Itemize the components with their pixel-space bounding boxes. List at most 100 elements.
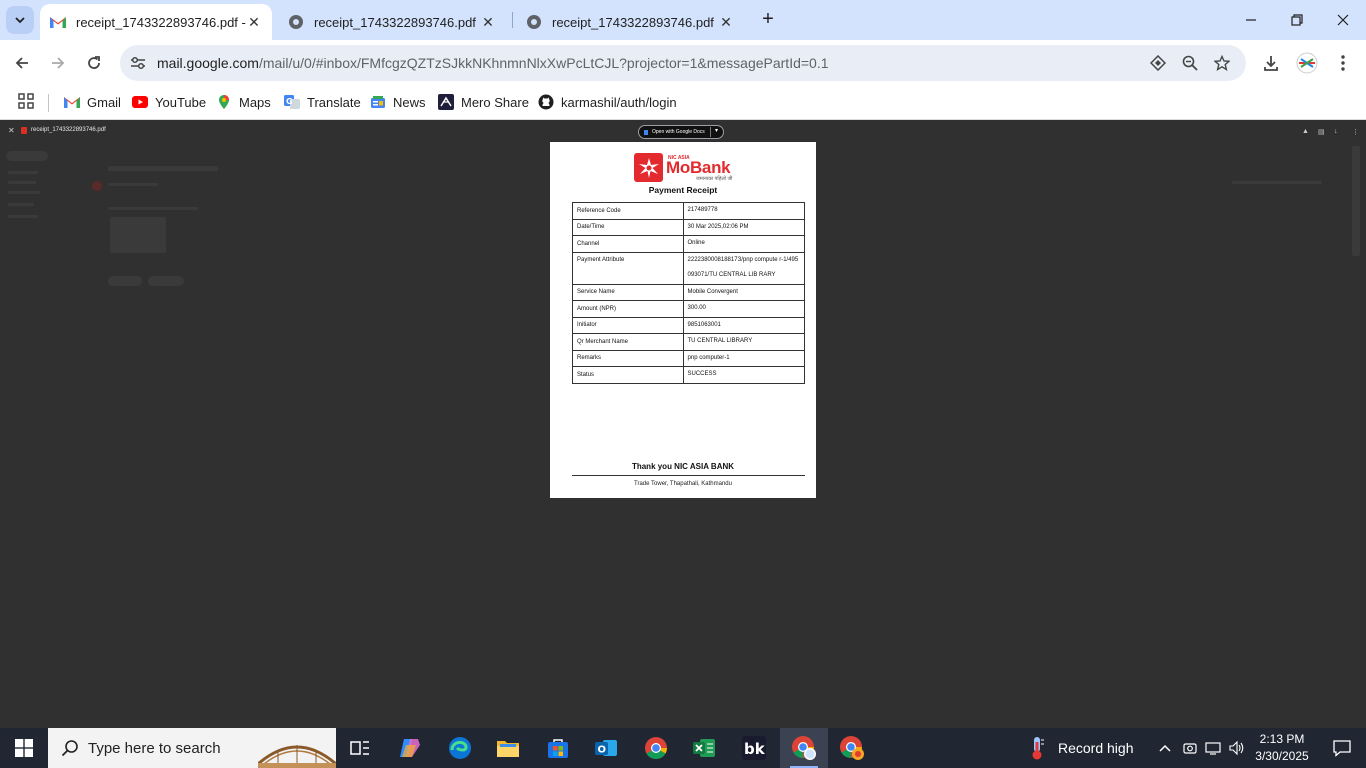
ghost-line	[108, 183, 158, 186]
minimize-button[interactable]	[1228, 0, 1274, 40]
notification-center-button[interactable]	[1318, 728, 1366, 768]
volume-button[interactable]	[1226, 728, 1248, 768]
row-key: Qr Merchant Name	[572, 333, 684, 351]
windows-logo-icon	[15, 739, 33, 757]
reload-icon	[88, 56, 100, 69]
kebab-menu-icon[interactable]	[1332, 52, 1354, 74]
taskbar-search[interactable]: Type here to search	[48, 728, 337, 768]
site-info-icon[interactable]	[128, 53, 148, 73]
ghost-attachment	[110, 217, 166, 253]
download-icon[interactable]: ↓	[1334, 128, 1342, 136]
mobank-logo: NIC ASIA MoBank जमानाका पहिलो जी	[634, 153, 734, 183]
bookmark-karmashil[interactable]: karmashil/auth/login	[538, 92, 677, 112]
bookmarks-divider	[48, 94, 49, 112]
ghost-line	[8, 203, 34, 206]
caret-down-icon[interactable]: ▾	[715, 127, 718, 134]
row-value: 30 Mar 2025,02:06 PM	[682, 218, 806, 236]
open-with-google-docs-button[interactable]: Open with Google Docs ▾	[638, 125, 724, 139]
more-icon[interactable]: ⋮	[1352, 128, 1360, 136]
close-window-button[interactable]	[1320, 0, 1366, 40]
row-key: Amount (NPR)	[572, 300, 684, 318]
file-explorer-app[interactable]	[484, 728, 532, 768]
search-icon	[60, 738, 80, 758]
arrow-right-icon	[52, 57, 65, 69]
bookmark-news[interactable]: News	[370, 92, 426, 112]
close-icon	[1337, 14, 1349, 26]
receipt-table: Reference Code 217489778 Date/Time 30 Mar …	[572, 202, 806, 384]
bookmark-translate[interactable]: G Translate	[284, 92, 361, 112]
row-key: Reference Code	[572, 202, 684, 220]
tab-receipt-3[interactable]: receipt_1743322893746.pdf ✕	[516, 4, 744, 40]
meet-now-button[interactable]	[1180, 728, 1200, 768]
copilot-app[interactable]	[386, 728, 434, 768]
table-row: Service Name Mobile Convergent	[572, 283, 806, 301]
chrome-profile-app-2[interactable]	[828, 728, 876, 768]
chrome-profile-app-active[interactable]	[780, 728, 828, 768]
profile-avatar[interactable]	[1296, 52, 1318, 74]
chrome-app[interactable]	[632, 728, 680, 768]
tab-close-icon[interactable]: ✕	[718, 14, 734, 30]
url-text[interactable]: mail.google.com/mail/u/0/#inbox/FMfcgzQZ…	[157, 55, 829, 71]
microsoft-store-app[interactable]	[534, 728, 582, 768]
table-row: Payment Attribute 222238000818817З/pnp co…	[572, 251, 806, 285]
reload-button[interactable]	[80, 49, 108, 77]
tab-close-icon[interactable]: ✕	[480, 14, 496, 30]
row-key: Status	[572, 366, 684, 384]
excel-app[interactable]	[680, 728, 728, 768]
edge-app[interactable]	[436, 728, 484, 768]
tab-receipt-2[interactable]: receipt_1743322893746.pdf ✕	[278, 4, 506, 40]
globe-icon	[288, 14, 304, 30]
tab-search-button[interactable]	[6, 6, 34, 34]
extension-icon[interactable]	[1148, 53, 1168, 73]
weather-widget[interactable]: Record high	[1028, 728, 1134, 768]
search-placeholder: Type here to search	[88, 739, 221, 757]
bookmark-label: Mero Share	[461, 94, 529, 110]
bookmark-label: Translate	[307, 94, 361, 110]
system-clock[interactable]: 2:13 PM 3/30/2025	[1250, 731, 1314, 765]
task-view-button[interactable]	[336, 728, 384, 768]
back-button[interactable]	[8, 49, 36, 77]
ghost-line	[8, 215, 38, 218]
pdf-viewer: ✕ receipt_1743322893746.pdf Open with Go…	[0, 121, 1366, 728]
table-row: Date/Time 30 Mar 2025,02:06 PM	[572, 218, 806, 236]
tab-close-icon[interactable]: ✕	[246, 14, 262, 30]
row-value: 9851063001	[682, 316, 806, 334]
row-value: Mobile Convergent	[682, 283, 806, 301]
chrome-profile-icon	[840, 736, 864, 760]
add-to-drive-icon[interactable]: ▲	[1302, 128, 1310, 136]
address-bar[interactable]: mail.google.com/mail/u/0/#inbox/FMfcgzQZ…	[120, 45, 1246, 81]
table-row: Amount (NPR) 300.00	[572, 300, 806, 318]
download-icon[interactable]	[1260, 52, 1282, 74]
tab-receipt-active[interactable]: receipt_1743322893746.pdf - pr ✕	[40, 4, 272, 40]
globe-icon	[526, 14, 542, 30]
browser-toolbar: mail.google.com/mail/u/0/#inbox/FMfcgzQZ…	[0, 40, 1366, 86]
close-viewer-icon[interactable]: ✕	[8, 126, 15, 135]
bk-app[interactable]: bk	[730, 728, 778, 768]
minimize-icon	[1246, 19, 1256, 21]
restore-button[interactable]	[1274, 0, 1320, 40]
table-row: Initiator 9851063001	[572, 316, 806, 334]
zoom-icon[interactable]	[1180, 53, 1200, 73]
row-value: pnp computer-1	[682, 349, 806, 367]
new-tab-button[interactable]: +	[758, 9, 778, 30]
chrome-icon	[645, 737, 667, 759]
clock-date: 3/30/2025	[1255, 749, 1309, 763]
bookmark-maps[interactable]: Maps	[216, 92, 271, 112]
bookmark-gmail[interactable]: Gmail	[64, 92, 121, 112]
start-button[interactable]	[0, 728, 48, 768]
forward-button[interactable]	[44, 49, 72, 77]
apps-grid-icon[interactable]	[18, 93, 36, 111]
gmail-icon	[50, 14, 66, 30]
row-key: Payment Attribute	[572, 251, 684, 285]
print-icon[interactable]: ▤	[1318, 128, 1326, 136]
folder-icon	[497, 741, 519, 757]
github-icon	[538, 94, 554, 110]
show-hidden-icons-button[interactable]	[1154, 728, 1176, 768]
outlook-app[interactable]: O	[582, 728, 630, 768]
bookmark-youtube[interactable]: YouTube	[132, 92, 206, 112]
bookmark-mero-share[interactable]: Mero Share	[438, 92, 529, 112]
table-row: Status SUCCESS	[572, 366, 806, 384]
bookmark-star-icon[interactable]	[1212, 53, 1232, 73]
network-button[interactable]	[1202, 728, 1224, 768]
excel-icon	[693, 739, 715, 757]
